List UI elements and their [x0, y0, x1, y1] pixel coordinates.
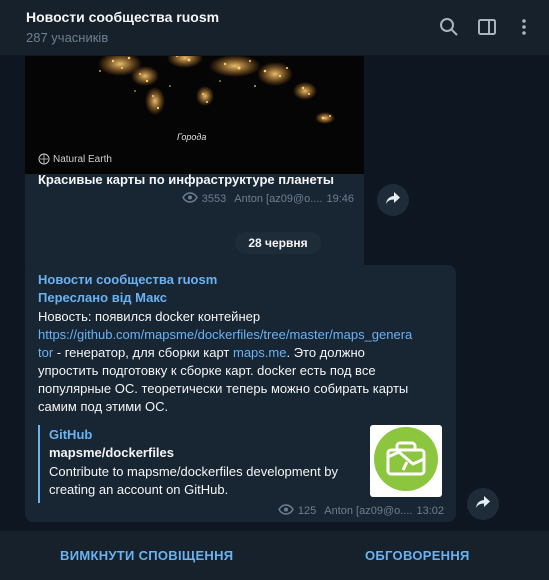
message-text: Красивые карты по инфраструктуре планеты [38, 172, 334, 187]
preview-thumbnail[interactable] [370, 425, 442, 497]
views-icon [278, 504, 294, 518]
github-link[interactable]: https://github.com/mapsme/dockerfiles/tr… [38, 327, 412, 342]
chat-header: Новости сообщества ruosm 287 учасників [0, 0, 549, 56]
maps-me-link[interactable]: maps.me [233, 345, 286, 360]
views-icon [181, 192, 198, 206]
discussion-button[interactable]: ОБГОВОРЕННЯ [365, 548, 470, 563]
message-line: популярные ОС. теоретически теперь можно… [38, 381, 409, 396]
message-source[interactable]: Новости сообщества ruosm [38, 272, 217, 287]
forwarded-from[interactable]: Переслано від Макс [38, 290, 167, 305]
view-count: 125 [297, 505, 317, 517]
message-text: Новость: появился docker контейнер https… [38, 308, 448, 416]
message-line: - генератор, для сборки карт [53, 345, 233, 360]
message-bubble[interactable]: Новости сообщества ruosm Переслано від М… [25, 265, 456, 522]
message-meta: 125 Anton [az09@o.... 13:02 [278, 504, 444, 518]
share-button[interactable] [377, 184, 409, 216]
view-count: 3553 [201, 193, 227, 205]
natural-earth-logo-text: Natural Earth [53, 153, 112, 165]
share-icon [475, 495, 491, 514]
more-vertical-icon[interactable] [513, 16, 535, 38]
preview-description: Contribute to mapsme/dockerfiles develop… [49, 464, 339, 497]
preview-site-name: GitHub [49, 427, 93, 442]
night-lights-map-image[interactable]: Города Natural Earth [25, 56, 364, 174]
search-icon[interactable] [438, 16, 460, 38]
share-button[interactable] [467, 488, 499, 520]
mute-notifications-button[interactable]: ВИМКНУТИ СПОВІЩЕННЯ [60, 548, 233, 563]
message-list[interactable]: Города Natural Earth Красивые карты по и… [0, 56, 549, 530]
message-line: Новость: появился docker контейнер [38, 309, 261, 324]
message-author: Anton [az09@o.... [324, 505, 413, 517]
map-caption: Города [177, 132, 207, 142]
channel-footer: ВИМКНУТИ СПОВІЩЕННЯ ОБГОВОРЕННЯ [0, 530, 549, 580]
natural-earth-logo: Natural Earth [38, 153, 112, 165]
chat-title[interactable]: Новости сообщества ruosm [26, 9, 219, 25]
date-separator: 28 червня [235, 232, 321, 254]
message-meta: 3553 Anton [az09@o.... 19:46 [181, 192, 354, 206]
message-time: 13:02 [416, 505, 444, 517]
message-time: 19:46 [326, 193, 354, 205]
mapsme-icon [373, 426, 439, 497]
github-link-continued[interactable]: tor [38, 345, 53, 360]
message-line: . Это должно [286, 345, 365, 360]
link-preview[interactable]: GitHub mapsme/dockerfiles Contribute to … [38, 425, 445, 503]
share-icon [385, 191, 401, 210]
sidebar-toggle-icon[interactable] [476, 16, 498, 38]
preview-title: mapsme/dockerfiles [49, 445, 175, 460]
message-line: упростить подготовку к сборке карт. dock… [38, 363, 376, 378]
message-line: самим под этими ОС. [38, 399, 169, 414]
message-author: Anton [az09@o.... [234, 193, 323, 205]
member-count: 287 учасників [26, 30, 109, 45]
